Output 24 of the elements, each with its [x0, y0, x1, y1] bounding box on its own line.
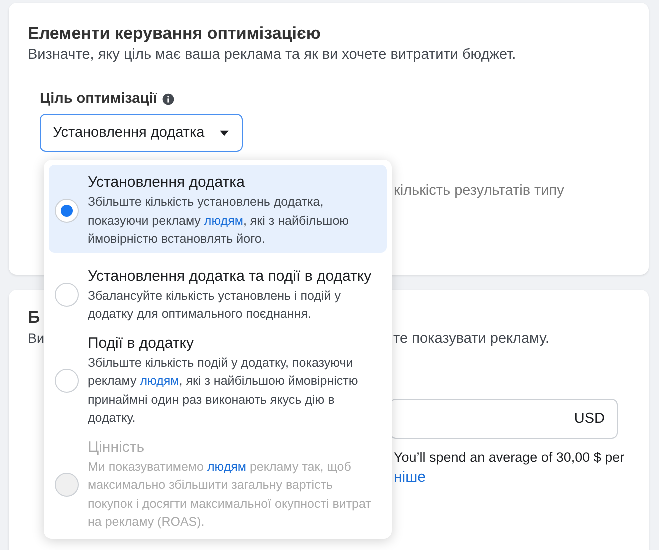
option-description: Ми показуватимемо людям рекламу так, щоб максимально збільшити загальну вартість покупок і досягти максимальної окупності витрат на рекламу (ROAS).	[88, 458, 372, 531]
link[interactable]: ніше	[394, 469, 426, 486]
section-title: Елементи керування оптимізацією	[28, 23, 322, 45]
option-title: Установлення додатка	[88, 173, 246, 193]
link[interactable]: людям	[140, 374, 180, 388]
option-description: Збільште кількість подій у додатку, показуючи рекламу людям, які з найбільшою ймовірністю принаймні один раз виконають якусь дію в додатку.	[88, 354, 360, 427]
menu-option[interactable]: Події в додатку Збільште кількість подій у додатку, показуючи рекламу людям, які з найбільшою ймовірністю принаймні один раз виконають якусь дію в додатку.	[49, 326, 387, 430]
optimization-dropdown[interactable]: Установлення додатка	[40, 114, 243, 152]
section-description: Визначте, яку ціль має ваша реклама та як ви хочете витратити бюджет.	[28, 46, 518, 65]
spend-note: You’ll spend an average of 30,00 $ per	[394, 449, 626, 467]
menu-option[interactable]: Установлення додатка Збільште кількість установлень додатка, показуючи рекламу людям, які з найбільшою ймовірністю встановлять його.	[49, 165, 387, 252]
option-title: Події в додатку	[88, 334, 195, 354]
body-text: Ви	[28, 330, 45, 348]
body-text: те показувати рекламу.	[394, 330, 550, 349]
field-label: Ціль оптимізації	[40, 91, 158, 107]
body-text: кількість результатів типу	[394, 183, 564, 199]
link[interactable]: людям	[204, 214, 244, 228]
currency-label: USD	[574, 411, 605, 427]
section-title: Б	[28, 307, 40, 329]
option-description: Збалансуйте кількість установлень і подій у додатку для оптимального поєднання.	[88, 288, 342, 323]
option-title: Цінність	[88, 438, 146, 458]
menu-option[interactable]: Установлення додатка та події в додатку Збалансуйте кількість установлень і подій у додатку для оптимального поєднання.	[49, 258, 387, 326]
option-title: Установлення додатка та події в додатку	[88, 266, 373, 286]
option-description: Збільште кількість установлень додатка, показуючи рекламу людям, які з найбільшою ймовірністю встановлять його.	[88, 194, 350, 248]
